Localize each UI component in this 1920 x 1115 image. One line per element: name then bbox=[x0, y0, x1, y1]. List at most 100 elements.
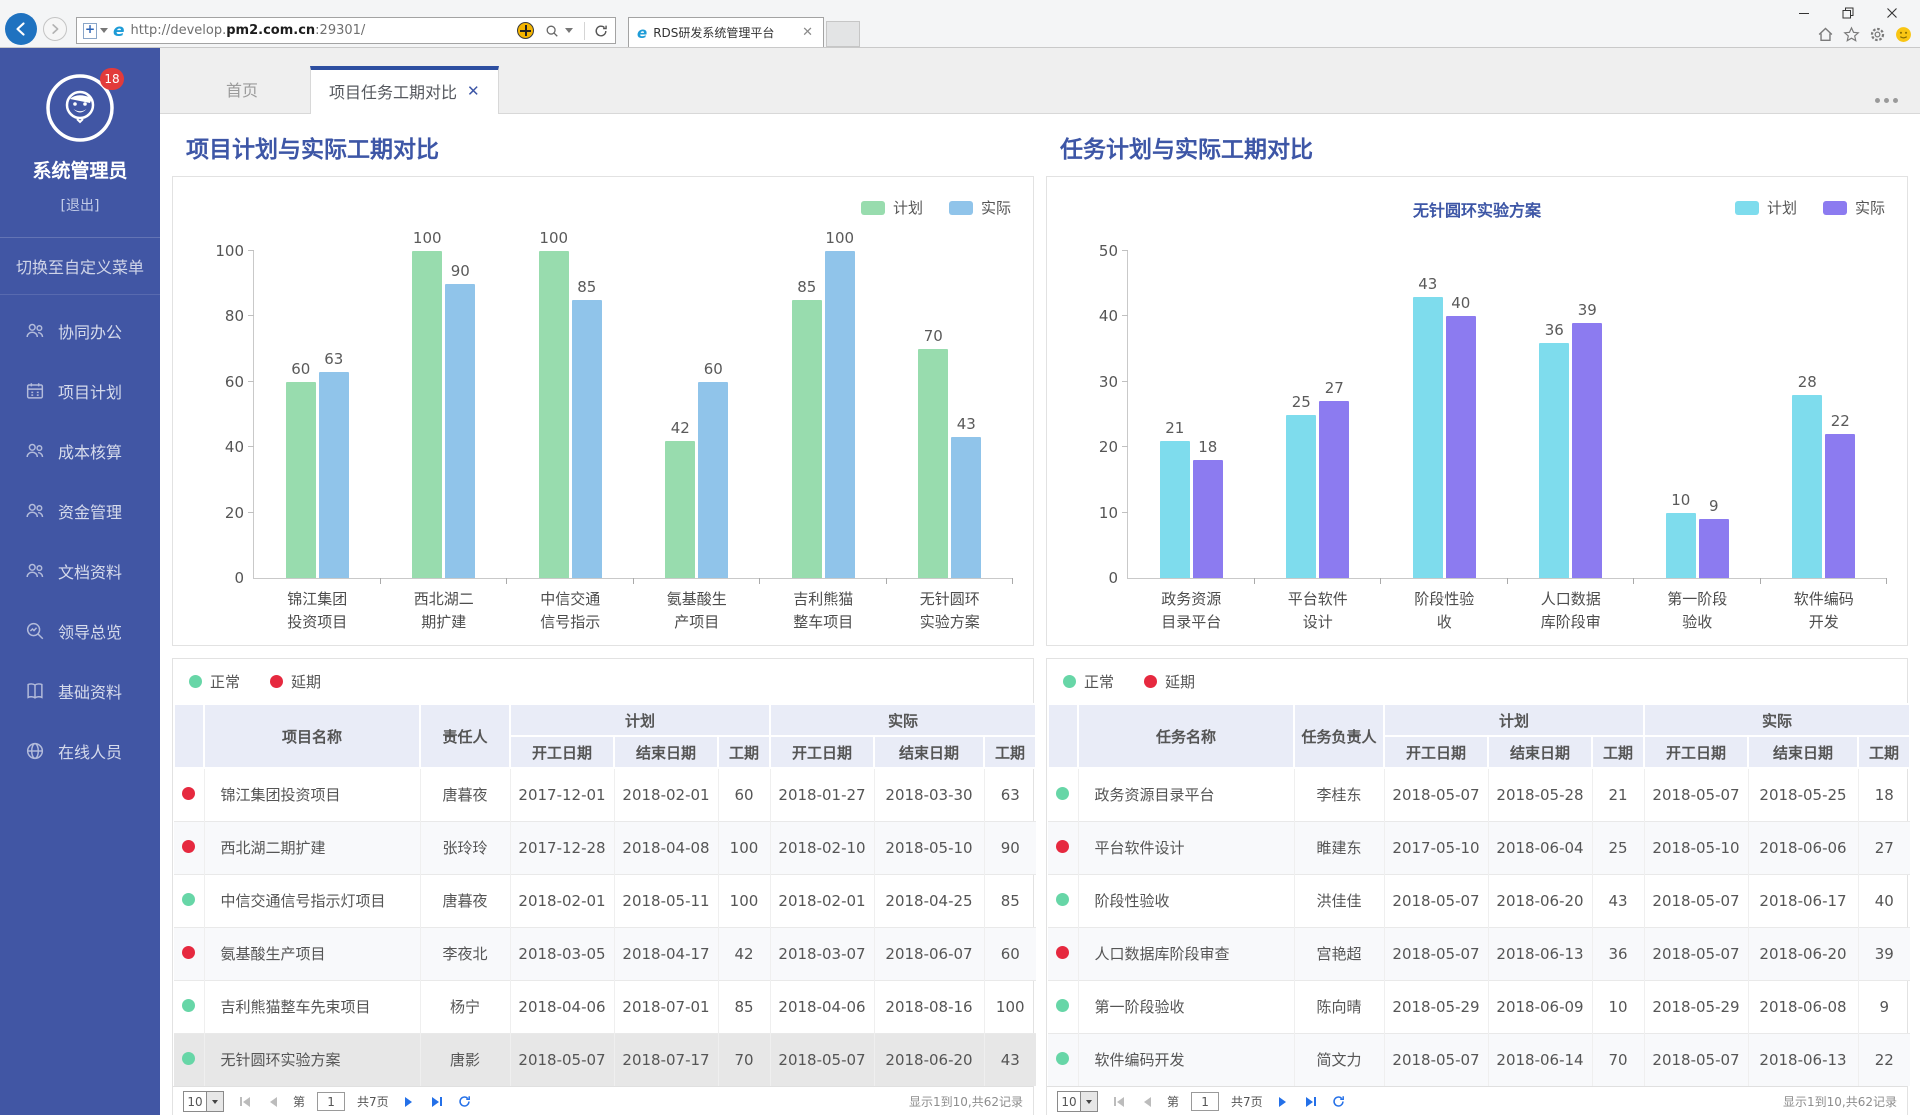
back-button[interactable] bbox=[5, 13, 37, 45]
bar-group: 6063 bbox=[254, 251, 381, 578]
people-icon bbox=[24, 560, 46, 582]
projects-table: 正常延期 项目名称责任人计划实际开工日期结束日期工期开工日期结束日期工期锦江集团… bbox=[172, 658, 1034, 1115]
sidebar-item-协同办公[interactable]: 协同办公 bbox=[0, 301, 160, 361]
address-bar[interactable]: e http://develop.pm2.com.cn:29301/ bbox=[76, 17, 616, 44]
chart-subtitle: 无针圆环实验方案 bbox=[1413, 197, 1541, 221]
last-page-button[interactable] bbox=[428, 1097, 446, 1107]
pagination-info: 显示1到10,共62记录 bbox=[909, 1093, 1023, 1110]
smiley-feedback-icon[interactable] bbox=[1895, 26, 1912, 47]
data-cell: 2018-04-17 bbox=[614, 927, 718, 980]
tab-home[interactable]: 首页 bbox=[200, 65, 284, 113]
table-row[interactable]: 无针圆环实验方案唐影2018-05-072018-07-17702018-05-… bbox=[174, 1033, 1036, 1086]
data-cell: 2017-12-28 bbox=[510, 821, 614, 874]
sidebar-item-文档资料[interactable]: 文档资料 bbox=[0, 541, 160, 601]
bar-value-label: 43 bbox=[957, 415, 976, 433]
legend-item-实际[interactable]: 实际 bbox=[949, 197, 1011, 218]
page-number-input[interactable]: 1 bbox=[317, 1092, 345, 1111]
data-cell: 70 bbox=[1592, 1033, 1644, 1086]
status-dot bbox=[1056, 1052, 1069, 1065]
data-cell: 70 bbox=[718, 1033, 770, 1086]
chevron-down-icon[interactable] bbox=[100, 28, 108, 33]
table-row[interactable]: 西北湖二期扩建张玲玲2017-12-282018-04-081002018-02… bbox=[174, 821, 1036, 874]
actual-bar: 40 bbox=[1446, 316, 1476, 578]
close-tab-icon[interactable]: ✕ bbox=[800, 25, 815, 40]
table-row[interactable]: 政务资源目录平台李桂东2018-05-072018-05-28212018-05… bbox=[1048, 768, 1910, 821]
sidebar-item-在线人员[interactable]: 在线人员 bbox=[0, 721, 160, 781]
legend-item-计划[interactable]: 计划 bbox=[1735, 197, 1797, 218]
restore-button[interactable] bbox=[1826, 2, 1870, 24]
switch-menu-link[interactable]: 切换至自定义菜单 bbox=[0, 238, 160, 295]
url-text[interactable]: http://develop.pm2.com.cn:29301/ bbox=[131, 23, 517, 38]
refresh-icon[interactable] bbox=[1332, 1095, 1345, 1108]
chart-legend: 计划 实际 bbox=[1735, 197, 1885, 218]
close-button[interactable] bbox=[1870, 2, 1914, 24]
bar-group: 2527 bbox=[1255, 251, 1382, 578]
data-cell: 2018-05-07 bbox=[1644, 874, 1748, 927]
data-table: 任务名称任务负责人计划实际开工日期结束日期工期开工日期结束日期工期政务资源目录平… bbox=[1047, 703, 1911, 1086]
column-header bbox=[174, 704, 204, 768]
forward-button[interactable] bbox=[43, 17, 67, 41]
first-page-button[interactable] bbox=[236, 1097, 254, 1107]
status-label: 延期 bbox=[1165, 671, 1195, 692]
avatar: 18 bbox=[44, 72, 116, 144]
browser-tab[interactable]: e RDS研发系统管理平台 ✕ bbox=[628, 17, 824, 47]
bar-value-label: 36 bbox=[1545, 321, 1564, 339]
sidebar-item-基础资料[interactable]: 基础资料 bbox=[0, 661, 160, 721]
table-row[interactable]: 氨基酸生产项目李夜北2018-03-052018-04-17422018-03-… bbox=[174, 927, 1036, 980]
sidebar-item-项目计划[interactable]: 项目计划 bbox=[0, 361, 160, 421]
legend-item-实际[interactable]: 实际 bbox=[1823, 197, 1885, 218]
search-icon[interactable] bbox=[545, 24, 559, 38]
table-row[interactable]: 软件编码开发简文力2018-05-072018-06-14702018-05-0… bbox=[1048, 1033, 1910, 1086]
more-menu-icon[interactable] bbox=[1875, 98, 1898, 103]
next-page-button[interactable] bbox=[401, 1097, 416, 1107]
gear-icon[interactable] bbox=[1869, 26, 1886, 47]
book-icon bbox=[24, 680, 46, 702]
compatibility-view-icon[interactable] bbox=[517, 22, 534, 39]
column-header: 结束日期 bbox=[1488, 736, 1592, 768]
data-cell: 85 bbox=[718, 980, 770, 1033]
name-cell: 第一阶段验收 bbox=[1078, 980, 1294, 1033]
close-icon[interactable]: ✕ bbox=[467, 82, 480, 100]
search-dropdown-icon[interactable] bbox=[565, 28, 573, 33]
prev-page-button[interactable] bbox=[266, 1097, 281, 1107]
legend-item-计划[interactable]: 计划 bbox=[861, 197, 923, 218]
page-number-input[interactable]: 1 bbox=[1191, 1092, 1219, 1111]
home-icon[interactable] bbox=[1817, 26, 1834, 47]
sidebar-item-领导总览[interactable]: 领导总览 bbox=[0, 601, 160, 661]
pagination-info: 显示1到10,共62记录 bbox=[1783, 1093, 1897, 1110]
data-cell: 2018-05-07 bbox=[1384, 1033, 1488, 1086]
minimize-button[interactable] bbox=[1782, 2, 1826, 24]
refresh-icon[interactable] bbox=[458, 1095, 471, 1108]
table-row[interactable]: 吉利熊猫整车先束项目杨宁2018-04-062018-07-01852018-0… bbox=[174, 980, 1036, 1033]
first-page-button[interactable] bbox=[1110, 1097, 1128, 1107]
table-row[interactable]: 第一阶段验收陈向晴2018-05-292018-06-09102018-05-2… bbox=[1048, 980, 1910, 1033]
data-cell: 25 bbox=[1592, 821, 1644, 874]
table-row[interactable]: 人口数据库阶段审查宫艳超2018-05-072018-06-13362018-0… bbox=[1048, 927, 1910, 980]
data-cell: 2018-05-25 bbox=[1748, 768, 1858, 821]
logout-link[interactable]: [退出] bbox=[61, 195, 100, 215]
next-page-button[interactable] bbox=[1275, 1097, 1290, 1107]
prev-page-button[interactable] bbox=[1140, 1097, 1155, 1107]
refresh-icon[interactable] bbox=[594, 24, 608, 38]
sidebar-item-成本核算[interactable]: 成本核算 bbox=[0, 421, 160, 481]
tab-active[interactable]: 项目任务工期对比 ✕ bbox=[310, 66, 499, 114]
legend-label: 计划 bbox=[1767, 197, 1797, 218]
data-cell: 18 bbox=[1858, 768, 1910, 821]
favorites-star-icon[interactable] bbox=[1843, 26, 1860, 47]
actual-bar: 39 bbox=[1572, 323, 1602, 578]
bar-group: 4260 bbox=[634, 251, 761, 578]
table-row[interactable]: 阶段性验收洪佳佳2018-05-072018-06-20432018-05-07… bbox=[1048, 874, 1910, 927]
status-legend-item: 正常 bbox=[1063, 671, 1114, 692]
data-cell: 2018-07-17 bbox=[614, 1033, 718, 1086]
page-size-select[interactable]: 10 bbox=[183, 1091, 224, 1112]
table-row[interactable]: 锦江集团投资项目唐暮夜2017-12-012018-02-01602018-01… bbox=[174, 768, 1036, 821]
new-tab-button[interactable] bbox=[826, 21, 860, 47]
y-axis-label: 20 bbox=[1099, 438, 1118, 456]
data-cell: 2018-06-17 bbox=[1748, 874, 1858, 927]
browser-window: e http://develop.pm2.com.cn:29301/ e RDS… bbox=[0, 0, 1920, 1115]
sidebar-item-资金管理[interactable]: 资金管理 bbox=[0, 481, 160, 541]
table-row[interactable]: 中信交通信号指示灯项目唐暮夜2018-02-012018-05-11100201… bbox=[174, 874, 1036, 927]
last-page-button[interactable] bbox=[1302, 1097, 1320, 1107]
page-size-select[interactable]: 10 bbox=[1057, 1091, 1098, 1112]
table-row[interactable]: 平台软件设计睢建东2017-05-102018-06-04252018-05-1… bbox=[1048, 821, 1910, 874]
